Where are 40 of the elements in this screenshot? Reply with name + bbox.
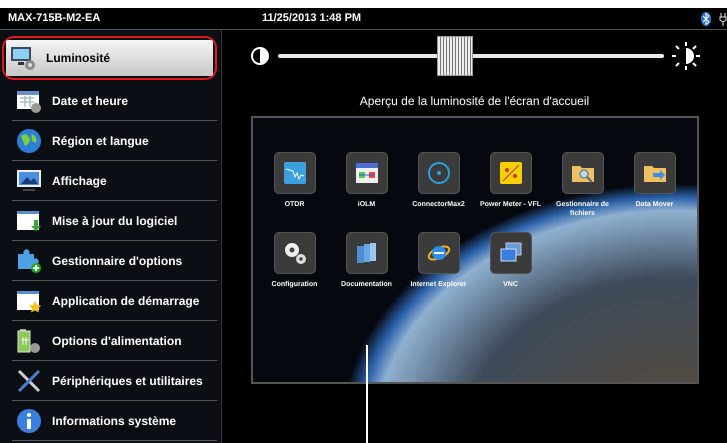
books-icon	[354, 241, 378, 265]
ring-icon	[426, 161, 450, 185]
app-tile[interactable]	[346, 152, 388, 194]
device-name: MAX-715B-M2-EA	[8, 11, 102, 26]
sidebar-item[interactable]: Mise à jour du logiciel	[12, 201, 217, 240]
app-tile[interactable]	[490, 232, 532, 274]
display-icon	[16, 168, 42, 194]
sidebar-item[interactable]: Luminosité	[6, 40, 213, 76]
sidebar-item[interactable]: Application de démarrage	[12, 281, 217, 320]
meter-icon	[498, 161, 522, 185]
battery-gear-icon	[16, 328, 42, 354]
low-brightness-icon	[250, 46, 270, 66]
sidebar-item[interactable]: Date et heure	[12, 81, 217, 120]
sidebar-item[interactable]: Options d'alimentation	[12, 321, 217, 360]
app-tile[interactable]	[634, 152, 676, 194]
tools-icon	[16, 368, 42, 394]
high-brightness-icon	[672, 42, 700, 70]
sidebar-item[interactable]: Gestionnaire d'options	[12, 241, 217, 280]
preview-caption: Aperçu de la luminosité de l'écran d'accueil	[360, 93, 590, 110]
app-tile[interactable]	[274, 152, 316, 194]
trace-graph-icon	[282, 161, 306, 185]
app-tile[interactable]	[418, 152, 460, 194]
monitor-gear-icon	[10, 45, 36, 71]
app-tile[interactable]	[418, 232, 460, 274]
sidebar-item[interactable]: Région et langue	[12, 121, 217, 160]
sidebar-item[interactable]: Périphériques et utilitaires	[12, 361, 217, 400]
window-icon	[354, 161, 378, 185]
app-tile[interactable]	[274, 232, 316, 274]
app-tile[interactable]	[346, 232, 388, 274]
app-tile[interactable]	[490, 152, 532, 194]
sidebar-item[interactable]: Affichage	[12, 161, 217, 200]
globe-icon	[16, 128, 42, 154]
info-icon	[16, 408, 42, 434]
bluetooth-icon	[701, 12, 711, 26]
gears-icon	[282, 241, 306, 265]
puzzle-plus-icon	[16, 248, 42, 274]
date-time: 11/25/2013 1:48 PM	[261, 11, 362, 26]
brightness-slider-thumb[interactable]	[437, 36, 474, 76]
sidebar-item[interactable]: Informations système	[12, 401, 217, 440]
app-tile[interactable]	[562, 152, 604, 194]
